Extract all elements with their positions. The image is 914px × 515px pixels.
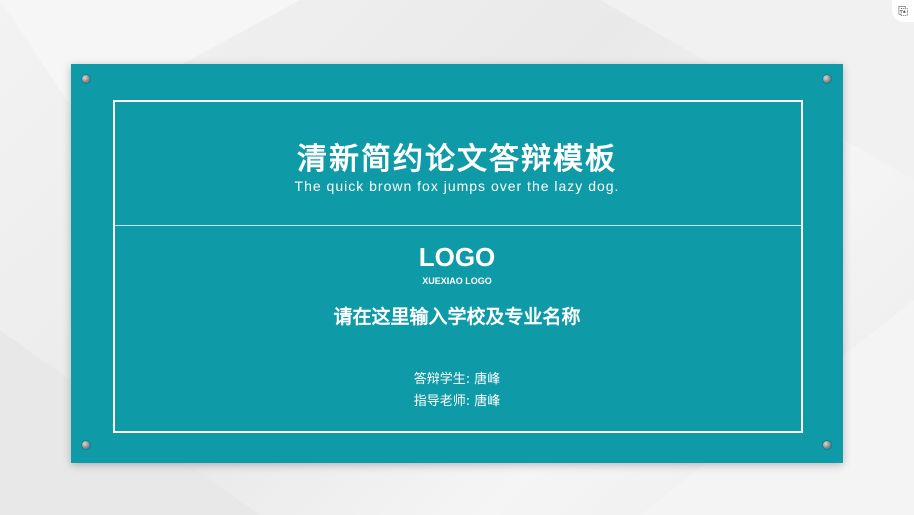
student-name: 唐峰 — [474, 372, 501, 387]
editor-canvas: ⎘ 清新简约论文答辩模板 The quick brown fox jumps o… — [0, 0, 914, 515]
screw-bolt-icon — [82, 441, 90, 449]
slide[interactable]: 清新简约论文答辩模板 The quick brown fox jumps ove… — [71, 64, 843, 463]
slide-title[interactable]: 清新简约论文答辩模板 — [71, 134, 843, 178]
school-name[interactable]: 请在这里输入学校及专业名称 — [71, 302, 843, 329]
advisor-line[interactable]: 指导老师: 唐峰 — [71, 390, 843, 409]
student-line[interactable]: 答辩学生: 唐峰 — [71, 368, 843, 387]
advisor-label: 指导老师: — [413, 394, 471, 409]
advisor-name: 唐峰 — [474, 394, 501, 409]
logo-subtext[interactable]: XUEXIAO LOGO — [71, 276, 843, 286]
student-label: 答辩学生: — [413, 372, 471, 387]
slide-subtitle[interactable]: The quick brown fox jumps over the lazy … — [71, 178, 843, 194]
screw-bolt-icon — [82, 75, 90, 83]
paste-icon[interactable]: ⎘ — [892, 0, 914, 22]
screw-bolt-icon — [823, 75, 831, 83]
logo-text[interactable]: LOGO — [71, 242, 843, 273]
slide-divider — [115, 225, 801, 226]
screw-bolt-icon — [823, 441, 831, 449]
